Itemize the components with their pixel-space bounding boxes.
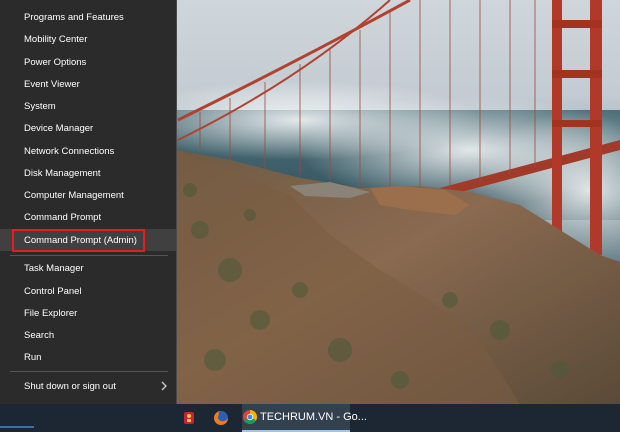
menu-item-search[interactable]: Search	[0, 324, 176, 346]
menu-separator	[10, 371, 168, 372]
menu-item-command-prompt[interactable]: Command Prompt	[0, 206, 176, 228]
menu-item-shut-down-or-sign-out[interactable]: Shut down or sign out	[0, 375, 176, 397]
menu-item-device-manager[interactable]: Device Manager	[0, 117, 176, 139]
menu-item-control-panel[interactable]: Control Panel	[0, 280, 176, 302]
firefox-icon	[214, 411, 228, 425]
start-button-indicator[interactable]	[0, 426, 34, 428]
menu-item-command-prompt-admin[interactable]: Command Prompt (Admin)	[0, 229, 176, 251]
menu-item-event-viewer[interactable]: Event Viewer	[0, 73, 176, 95]
menu-item-label: Shut down or sign out	[24, 380, 116, 392]
menu-item-run[interactable]: Run	[0, 346, 176, 368]
winx-menu: Programs and Features Mobility Center Po…	[0, 0, 177, 425]
menu-separator	[10, 255, 168, 256]
app-icon-red	[184, 412, 194, 424]
menu-item-system[interactable]: System	[0, 95, 176, 117]
taskbar-chrome-label: TECHRUM.VN - Go...	[260, 411, 367, 423]
menu-item-disk-management[interactable]: Disk Management	[0, 162, 176, 184]
menu-item-mobility-center[interactable]: Mobility Center	[0, 28, 176, 50]
menu-item-power-options[interactable]: Power Options	[0, 51, 176, 73]
taskbar: TECHRUM.VN - Go...	[0, 404, 620, 432]
chrome-icon	[243, 410, 257, 424]
chevron-right-icon	[161, 381, 167, 391]
menu-item-file-explorer[interactable]: File Explorer	[0, 302, 176, 324]
menu-item-task-manager[interactable]: Task Manager	[0, 257, 176, 279]
taskbar-app-button[interactable]	[176, 404, 202, 432]
taskbar-chrome-button[interactable]: TECHRUM.VN - Go...	[242, 404, 367, 432]
menu-item-programs-and-features[interactable]: Programs and Features	[0, 6, 176, 28]
menu-item-computer-management[interactable]: Computer Management	[0, 184, 176, 206]
taskbar-firefox-button[interactable]	[208, 404, 234, 432]
menu-item-network-connections[interactable]: Network Connections	[0, 140, 176, 162]
